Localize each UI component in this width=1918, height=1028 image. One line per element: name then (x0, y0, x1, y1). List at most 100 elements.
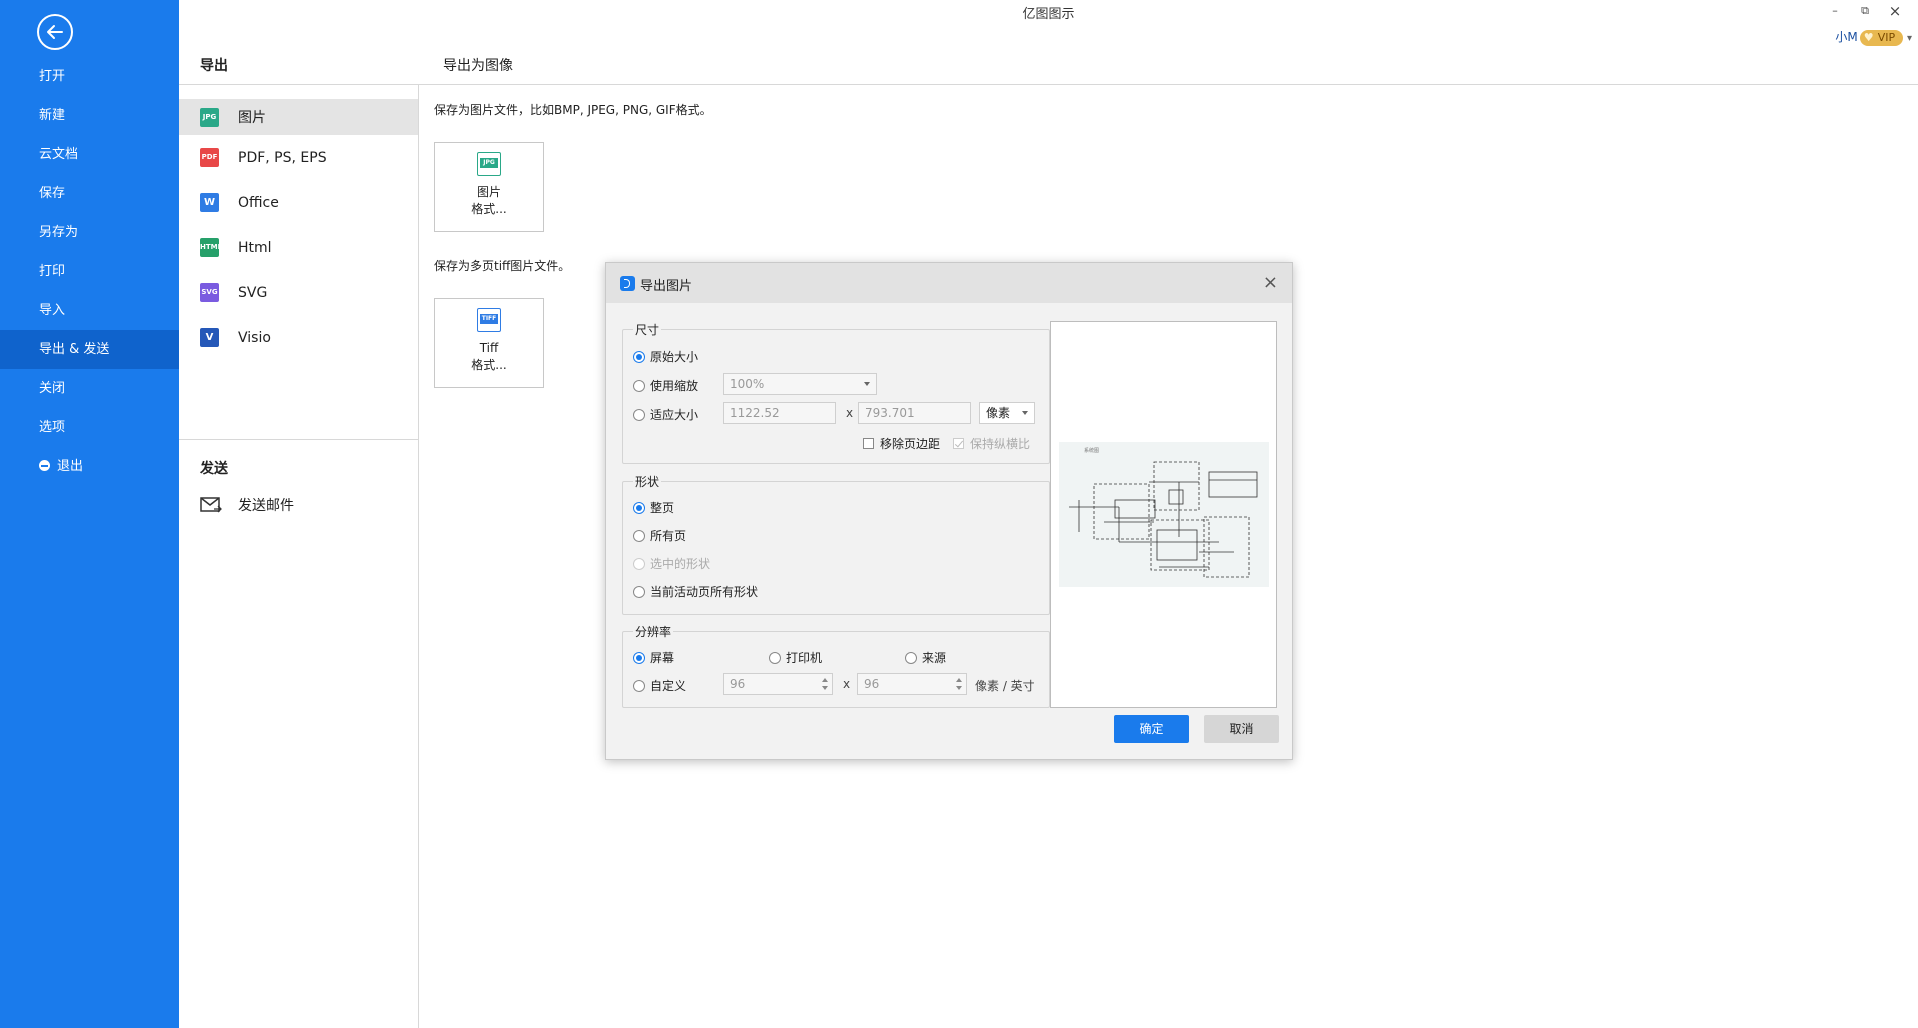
radio-button (633, 350, 645, 363)
nav-print[interactable]: 打印 (0, 252, 179, 291)
dpi-x-stepper[interactable]: 96 (723, 673, 833, 695)
group-label: 分辨率 (633, 623, 674, 640)
radio-custom[interactable]: 自定义 (633, 677, 686, 694)
radio-original-size[interactable]: 原始大小 (633, 348, 698, 365)
keep-ratio-checkbox[interactable]: 保持纵横比 (953, 435, 1030, 452)
times-sign: x (843, 677, 851, 691)
nav-import[interactable]: 导入 (0, 291, 179, 330)
radio-whole-page[interactable]: 整页 (633, 499, 674, 516)
ok-button[interactable]: 确定 (1114, 715, 1189, 743)
divider (179, 439, 418, 440)
radio-button (633, 557, 645, 570)
radio-button (769, 651, 781, 664)
unit-value: 像素 (986, 406, 1011, 420)
nav-save-as[interactable]: 另存为 (0, 213, 179, 252)
nav-label: 选项 (39, 420, 66, 435)
export-format-list: JPG 图片 PDF PDF, PS, EPS W Office HTML Ht… (179, 99, 418, 360)
resolution-group: 分辨率 屏幕 打印机 来源 自定义 96 x 96 像素 / 英寸 (622, 623, 1050, 708)
divider (418, 84, 419, 1028)
radio-label: 当前活动页所有形状 (650, 585, 759, 599)
cancel-button[interactable]: 取消 (1204, 715, 1279, 743)
nav-options[interactable]: 选项 (0, 408, 179, 447)
radio-use-zoom[interactable]: 使用缩放 (633, 377, 698, 394)
send-email[interactable]: 发送邮件 (200, 495, 294, 515)
radio-screen[interactable]: 屏幕 (633, 649, 674, 666)
radio-button (905, 651, 917, 664)
spin-down-icon[interactable] (822, 686, 828, 690)
svg-text:系统图: 系统图 (1084, 447, 1099, 454)
nav-label: 关闭 (39, 381, 66, 396)
image-format-tile[interactable]: JPG 图片 格式... (434, 142, 544, 232)
nav-exit[interactable]: 退出 (0, 447, 179, 486)
nav-cloud-docs[interactable]: 云文档 (0, 135, 179, 174)
width-field[interactable]: 1122.52 (723, 402, 836, 424)
unit-select[interactable]: 像素 (979, 402, 1035, 424)
dialog-close-button[interactable]: × (1263, 272, 1278, 293)
format-visio[interactable]: V Visio (179, 315, 418, 360)
radio-label: 适应大小 (650, 408, 699, 422)
title-bar: 亿图图示 – ⧉ × (179, 0, 1918, 24)
format-html[interactable]: HTML Html (179, 225, 418, 270)
exit-icon (39, 460, 50, 471)
shape-group: 形状 整页 所有页 选中的形状 当前活动页所有形状 (622, 473, 1050, 615)
nav-save[interactable]: 保存 (0, 174, 179, 213)
user-menu[interactable]: 小MVIP ▾ (1835, 28, 1912, 46)
format-pdf[interactable]: PDF PDF, PS, EPS (179, 135, 418, 180)
format-label: Office (238, 194, 279, 211)
radio-button (633, 585, 645, 598)
radio-button (633, 679, 645, 692)
nav-close[interactable]: 关闭 (0, 369, 179, 408)
spin-up-icon[interactable] (822, 678, 828, 682)
format-image[interactable]: JPG 图片 (179, 99, 418, 135)
nav-label: 打印 (39, 264, 66, 279)
nav-export-send[interactable]: 导出 & 发送 (0, 330, 179, 369)
format-label: Html (238, 239, 272, 256)
radio-label: 整页 (650, 501, 675, 515)
group-label: 尺寸 (633, 321, 662, 338)
nav-new[interactable]: 新建 (0, 96, 179, 135)
radio-label: 打印机 (786, 651, 823, 665)
dialog-title: 导出图片 (640, 279, 693, 294)
pdf-icon: PDF (200, 148, 219, 167)
arrow-left-icon (47, 25, 63, 39)
format-svg[interactable]: SVG SVG (179, 270, 418, 315)
tile-label: Tiff (479, 341, 499, 355)
radio-label: 选中的形状 (650, 557, 711, 571)
tiff-file-icon: TIFF (477, 308, 501, 332)
checkbox-label: 移除页边距 (880, 437, 941, 451)
back-button[interactable] (37, 14, 73, 50)
zoom-select[interactable]: 100% (723, 373, 877, 395)
html-icon: HTML (200, 238, 222, 257)
radio-current-page-shapes[interactable]: 当前活动页所有形状 (633, 583, 758, 600)
restore-button[interactable]: ⧉ (1854, 1, 1876, 21)
height-field[interactable]: 793.701 (858, 402, 971, 424)
radio-selected-shapes[interactable]: 选中的形状 (633, 555, 710, 572)
diagram-thumbnail-image: 系统图 (1069, 447, 1258, 578)
nav-label: 打开 (39, 69, 66, 84)
radio-button (633, 408, 645, 421)
chevron-down-icon (864, 382, 870, 386)
format-office[interactable]: W Office (179, 180, 418, 225)
radio-button (633, 529, 645, 542)
radio-button (633, 501, 645, 514)
nav-label: 保存 (39, 186, 66, 201)
spin-down-icon[interactable] (956, 686, 962, 690)
close-window-button[interactable]: × (1884, 1, 1906, 21)
nav-open[interactable]: 打开 (0, 57, 179, 96)
radio-button (633, 651, 645, 664)
export-image-dialog: 导出图片 × 尺寸 原始大小 使用缩放 100% 适应大小 1122.52 x … (605, 262, 1293, 760)
vip-badge: VIP (1859, 30, 1904, 46)
spin-up-icon[interactable] (956, 678, 962, 682)
radio-fit-size[interactable]: 适应大小 (633, 406, 698, 423)
radio-source[interactable]: 来源 (905, 649, 946, 666)
minimize-button[interactable]: – (1824, 1, 1846, 21)
dpi-y-stepper[interactable]: 96 (857, 673, 967, 695)
radio-all-pages[interactable]: 所有页 (633, 527, 686, 544)
radio-printer[interactable]: 打印机 (769, 649, 822, 666)
dpi-x-value: 96 (730, 677, 746, 691)
group-label: 形状 (633, 473, 662, 490)
radio-label: 使用缩放 (650, 379, 699, 393)
radio-label: 原始大小 (650, 350, 699, 364)
tiff-format-tile[interactable]: TIFF Tiff 格式... (434, 298, 544, 388)
remove-margin-checkbox[interactable]: 移除页边距 (863, 435, 940, 452)
